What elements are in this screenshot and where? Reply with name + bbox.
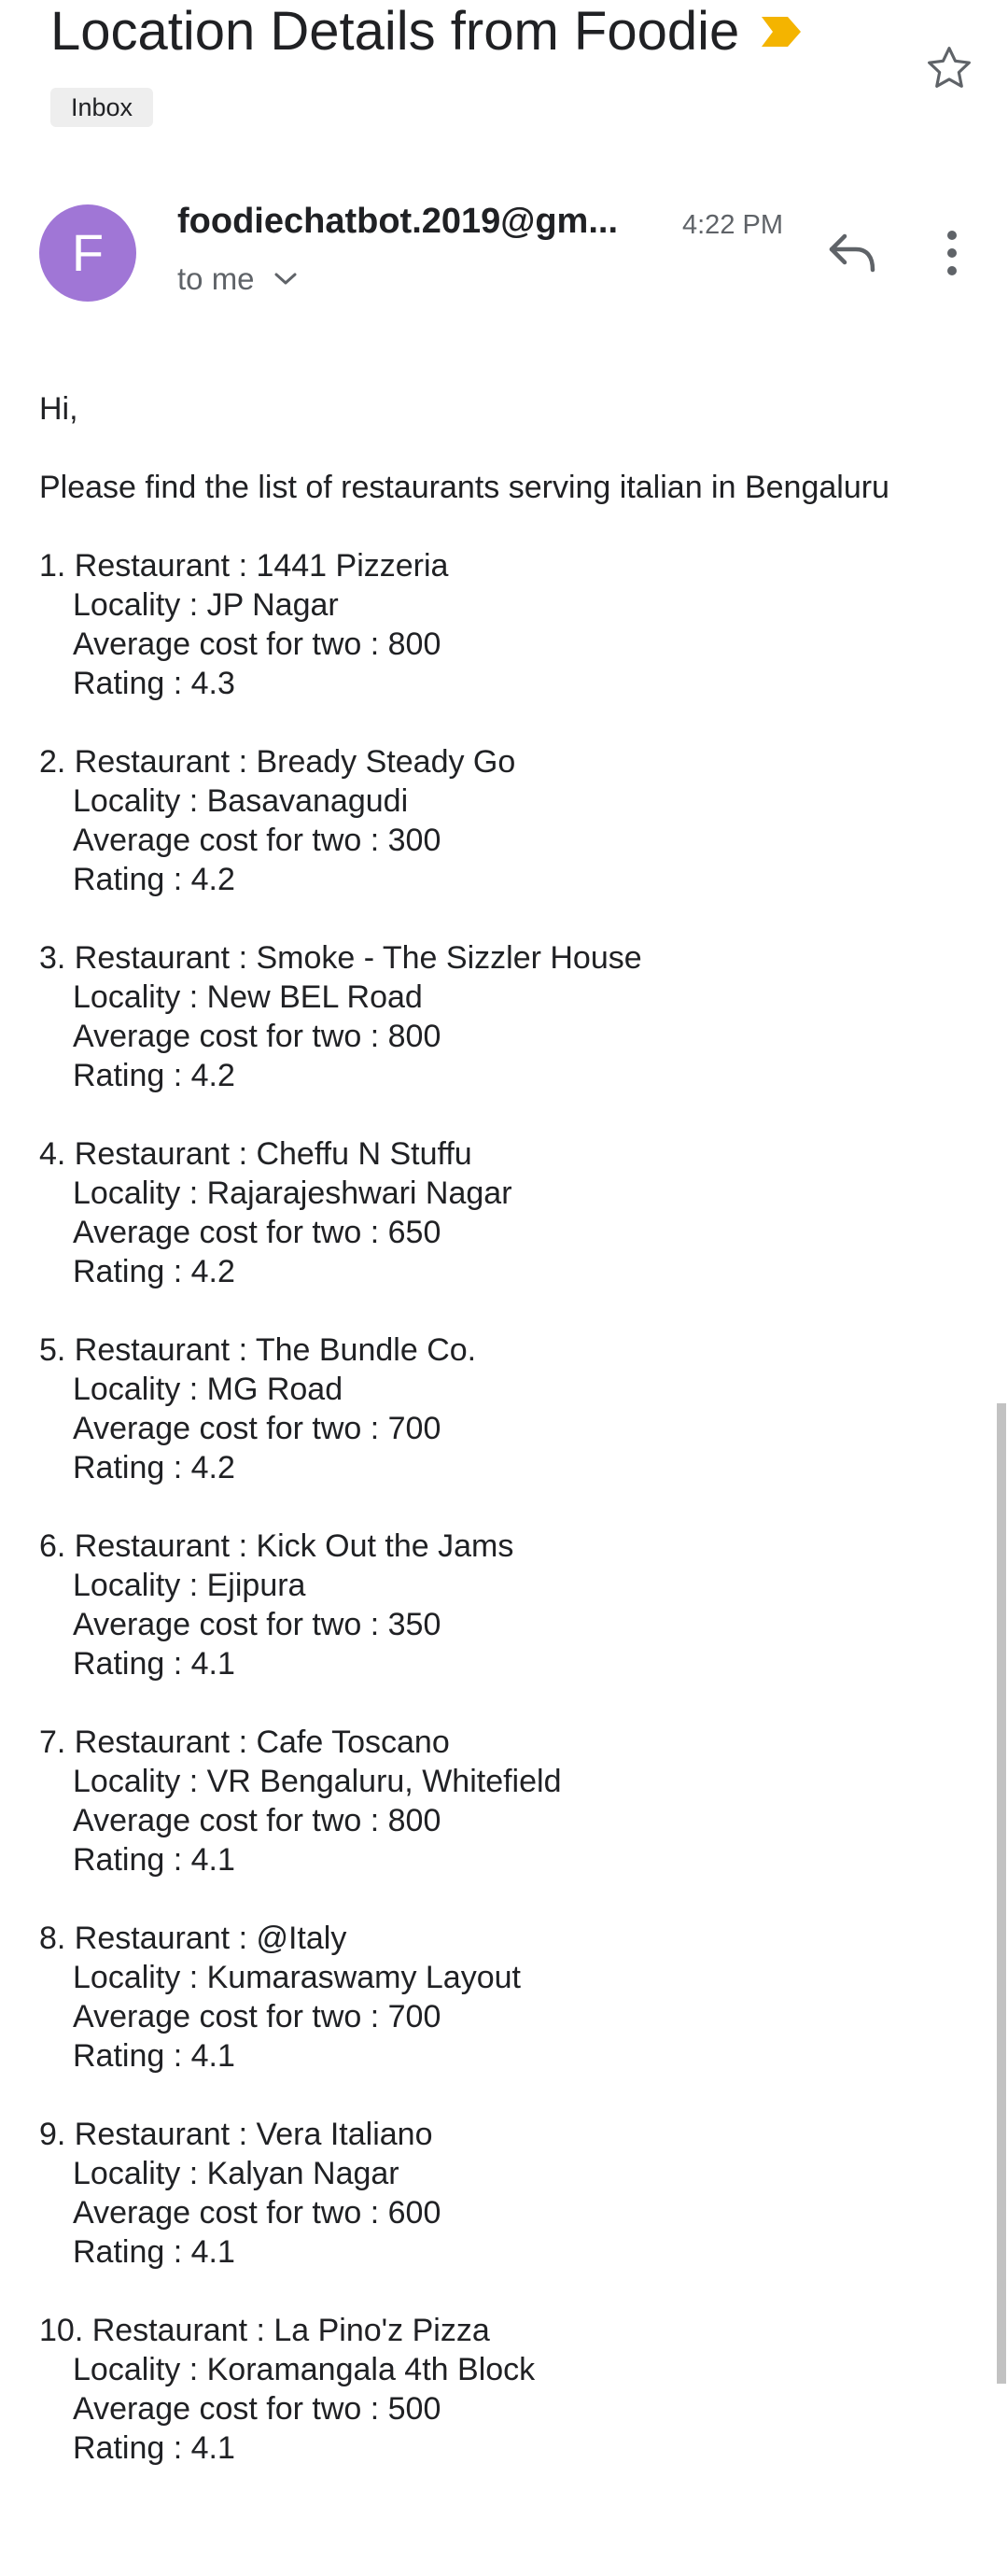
star-outline-icon[interactable] (924, 43, 974, 93)
restaurant-rating: Rating : 4.2 (73, 1254, 235, 1289)
restaurant-locality: Locality : Koramangala 4th Block (73, 2352, 536, 2387)
restaurant-locality: Locality : Kalyan Nagar (73, 2156, 399, 2191)
restaurant-cost: Average cost for two : 500 (73, 2391, 441, 2427)
email-body: Hi, Please find the list of restaurants … (39, 389, 889, 2507)
restaurant-rating: Rating : 4.1 (73, 1646, 235, 1682)
reply-icon[interactable] (826, 229, 878, 275)
sender-avatar[interactable]: F (39, 204, 136, 302)
restaurant-name: 5. Restaurant : The Bundle Co. (39, 1332, 477, 1368)
restaurant-locality: Locality : JP Nagar (73, 587, 339, 623)
restaurant-name: 10. Restaurant : La Pino'z Pizza (39, 2313, 490, 2348)
restaurant-rating: Rating : 4.2 (73, 1450, 235, 1485)
restaurant-entry: 8. Restaurant : @Italy Locality : Kumaras… (39, 1919, 889, 2076)
intro-text: Please find the list of restaurants serv… (39, 470, 889, 505)
restaurant-entry: 3. Restaurant : Smoke - The Sizzler Hous… (39, 938, 889, 1095)
email-time: 4:22 PM (682, 210, 783, 240)
restaurant-name: 6. Restaurant : Kick Out the Jams (39, 1528, 514, 1564)
restaurant-locality: Locality : VR Bengaluru, Whitefield (73, 1764, 562, 1799)
restaurant-rating: Rating : 4.1 (73, 2038, 235, 2074)
restaurant-name: 2. Restaurant : Bready Steady Go (39, 744, 516, 780)
restaurant-cost: Average cost for two : 800 (73, 1019, 441, 1054)
restaurant-locality: Locality : Kumaraswamy Layout (73, 1960, 521, 1995)
recipient-label: to me (177, 261, 255, 296)
sender-address[interactable]: foodiechatbot.2019@gm... (177, 202, 618, 242)
greeting: Hi, (39, 391, 78, 427)
restaurant-name: 4. Restaurant : Cheffu N Stuffu (39, 1136, 472, 1172)
restaurant-name: 9. Restaurant : Vera Italiano (39, 2117, 433, 2152)
chevron-down-icon (274, 273, 297, 285)
restaurant-name: 8. Restaurant : @Italy (39, 1921, 347, 1956)
restaurant-entry: 4. Restaurant : Cheffu N Stuffu Locality … (39, 1134, 889, 1291)
restaurant-locality: Locality : Rajarajeshwari Nagar (73, 1175, 512, 1211)
restaurant-entry: 7. Restaurant : Cafe Toscano Locality : V… (39, 1723, 889, 1879)
restaurant-name: 1. Restaurant : 1441 Pizzeria (39, 548, 449, 584)
importance-marker-icon[interactable] (760, 15, 803, 49)
restaurant-cost: Average cost for two : 800 (73, 1803, 441, 1838)
restaurant-rating: Rating : 4.2 (73, 862, 235, 897)
inbox-label-chip[interactable]: Inbox (50, 88, 154, 127)
restaurant-locality: Locality : Ejipura (73, 1568, 306, 1603)
email-subject: Location Details from Foodie (50, 1, 740, 62)
restaurant-cost: Average cost for two : 700 (73, 1411, 441, 1446)
restaurant-rating: Rating : 4.2 (73, 1058, 235, 1093)
restaurant-locality: Locality : Basavanagudi (73, 783, 409, 819)
restaurant-rating: Rating : 4.1 (73, 2234, 235, 2270)
restaurant-entry: 5. Restaurant : The Bundle Co. Locality :… (39, 1330, 889, 1487)
restaurant-entry: 9. Restaurant : Vera Italiano Locality : … (39, 2115, 889, 2272)
restaurant-entry: 10. Restaurant : La Pino'z Pizza Locality… (39, 2311, 889, 2468)
more-vertical-icon[interactable] (939, 229, 965, 277)
restaurant-cost: Average cost for two : 350 (73, 1607, 441, 1642)
restaurant-cost: Average cost for two : 600 (73, 2195, 441, 2231)
restaurant-cost: Average cost for two : 650 (73, 1215, 441, 1250)
restaurant-locality: Locality : New BEL Road (73, 979, 423, 1015)
restaurant-name: 3. Restaurant : Smoke - The Sizzler Hous… (39, 940, 642, 976)
restaurant-locality: Locality : MG Road (73, 1372, 343, 1407)
restaurant-name: 7. Restaurant : Cafe Toscano (39, 1724, 450, 1760)
restaurant-entry: 2. Restaurant : Bready Steady Go Locality… (39, 742, 889, 899)
restaurant-cost: Average cost for two : 800 (73, 626, 441, 662)
scrollbar[interactable] (997, 1403, 1006, 2384)
restaurant-list: 1. Restaurant : 1441 Pizzeria Locality : … (39, 546, 889, 2468)
restaurant-rating: Rating : 4.3 (73, 666, 235, 701)
restaurant-rating: Rating : 4.1 (73, 1842, 235, 1878)
restaurant-entry: 1. Restaurant : 1441 Pizzeria Locality : … (39, 546, 889, 703)
recipient-details-toggle[interactable]: to me (177, 261, 298, 297)
restaurant-cost: Average cost for two : 700 (73, 1999, 441, 2034)
restaurant-rating: Rating : 4.1 (73, 2430, 235, 2466)
restaurant-entry: 6. Restaurant : Kick Out the Jams Localit… (39, 1527, 889, 1683)
subject-row: Location Details from Foodie (50, 0, 803, 63)
restaurant-cost: Average cost for two : 300 (73, 823, 441, 858)
